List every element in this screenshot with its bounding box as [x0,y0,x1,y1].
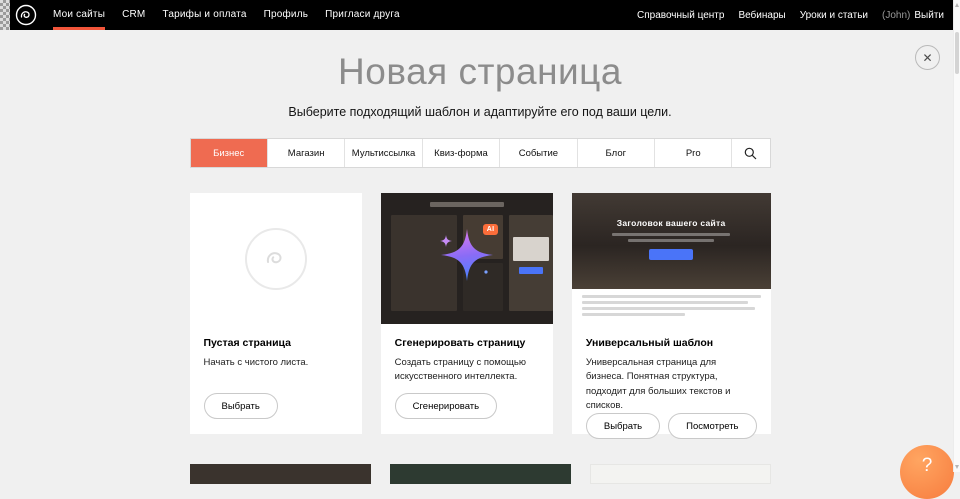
scroll-up-arrow[interactable] [955,3,959,7]
preview-text-block [572,289,771,324]
help-button[interactable]: ? [900,445,954,499]
generate-button[interactable]: Сгенерировать [395,393,497,419]
nav-referral[interactable]: Пригласи друга [325,0,400,30]
desktop-texture [0,0,10,30]
preview-cta-button [649,249,693,260]
preview-hero: Заголовок вашего сайта [572,193,771,289]
secondary-nav: Справочный центр Вебинары Уроки и статьи… [637,0,944,30]
tab-blog[interactable]: Блог [577,139,654,167]
card-actions: Выбрать Посмотреть [586,413,757,439]
template-card-generate: AI Сгенерировать страницу Создать страни… [381,193,553,434]
preview-heading: Заголовок вашего сайта [617,218,726,228]
card-description: Начать с чистого листа. [204,356,348,370]
user-name: (John) [882,10,910,21]
scroll-down-arrow[interactable] [955,465,959,469]
nav-my-sites[interactable]: Мои сайты [53,0,105,30]
tab-event[interactable]: Событие [499,139,576,167]
placeholder-text-line [628,239,714,242]
select-button[interactable]: Выбрать [204,393,278,419]
template-card-partial-2[interactable] [390,464,571,484]
page-title: Новая страница [0,51,960,93]
tilda-logo-icon [15,4,37,26]
template-card-partial-3[interactable] [590,464,771,484]
nav-webinars[interactable]: Вебинары [738,10,785,21]
card-actions: Сгенерировать [395,393,539,419]
next-template-row [190,464,771,484]
placeholder-text-line [582,295,761,298]
blank-thumbnail [190,193,362,324]
card-actions: Выбрать [204,393,348,419]
tab-shop[interactable]: Магазин [267,139,344,167]
card-body: Сгенерировать страницу Создать страницу … [381,324,553,434]
card-title: Сгенерировать страницу [395,337,539,349]
new-page-modal: ✕ Новая страница Выберите подходящий шаб… [0,51,960,484]
universal-thumbnail: Заголовок вашего сайта [572,193,771,324]
preview-button[interactable]: Посмотреть [668,413,756,439]
scrollbar-thumb[interactable] [955,32,959,74]
template-cards-row: Пустая страница Начать с чистого листа. … [190,193,771,434]
tilda-watermark-icon [245,228,307,290]
card-body: Универсальный шаблон Универсальная стран… [572,324,771,454]
card-body: Пустая страница Начать с чистого листа. … [190,324,362,434]
search-tab[interactable] [731,139,769,167]
nav-lessons[interactable]: Уроки и статьи [800,10,868,21]
logout-link[interactable]: Выйти [914,10,944,21]
ai-thumbnail: AI [381,193,553,324]
page-subtitle: Выберите подходящий шаблон и адаптируйте… [0,105,960,119]
template-category-tabs: Бизнес Магазин Мультиссылка Квиз-форма С… [190,138,771,168]
tab-business[interactable]: Бизнес [191,139,267,167]
nav-profile[interactable]: Профиль [264,0,309,30]
question-mark-icon: ? [922,455,933,477]
nav-help-center[interactable]: Справочный центр [637,10,724,21]
template-card-universal: Заголовок вашего сайта Универсальный шаб… [572,193,771,434]
tilda-logo[interactable] [15,0,37,30]
tab-multilink[interactable]: Мультиссылка [344,139,421,167]
placeholder-text-line [612,233,730,236]
tab-pro[interactable]: Pro [654,139,731,167]
ai-badge: AI [483,224,499,235]
close-icon: ✕ [922,52,932,64]
placeholder-text-line [582,301,748,304]
card-title: Универсальный шаблон [586,337,757,349]
nav-crm[interactable]: CRM [122,0,145,30]
card-title: Пустая страница [204,337,348,349]
close-button[interactable]: ✕ [915,45,940,70]
template-card-blank: Пустая страница Начать с чистого листа. … [190,193,362,434]
placeholder-text-line [582,307,755,310]
placeholder-text-line [582,313,686,316]
card-description: Универсальная страница для бизнеса. Поня… [586,356,757,413]
tab-quiz-form[interactable]: Квиз-форма [422,139,499,167]
account-area: (John) Выйти [882,10,944,21]
search-icon [744,147,757,160]
card-description: Создать страницу с помощью искусственног… [395,356,539,385]
scrollbar[interactable] [953,0,960,472]
nav-tariffs[interactable]: Тарифы и оплата [162,0,246,30]
template-card-partial-1[interactable] [190,464,371,484]
topbar: Мои сайты CRM Тарифы и оплата Профиль Пр… [0,0,960,30]
primary-nav: Мои сайты CRM Тарифы и оплата Профиль Пр… [53,0,400,30]
select-button[interactable]: Выбрать [586,413,660,439]
